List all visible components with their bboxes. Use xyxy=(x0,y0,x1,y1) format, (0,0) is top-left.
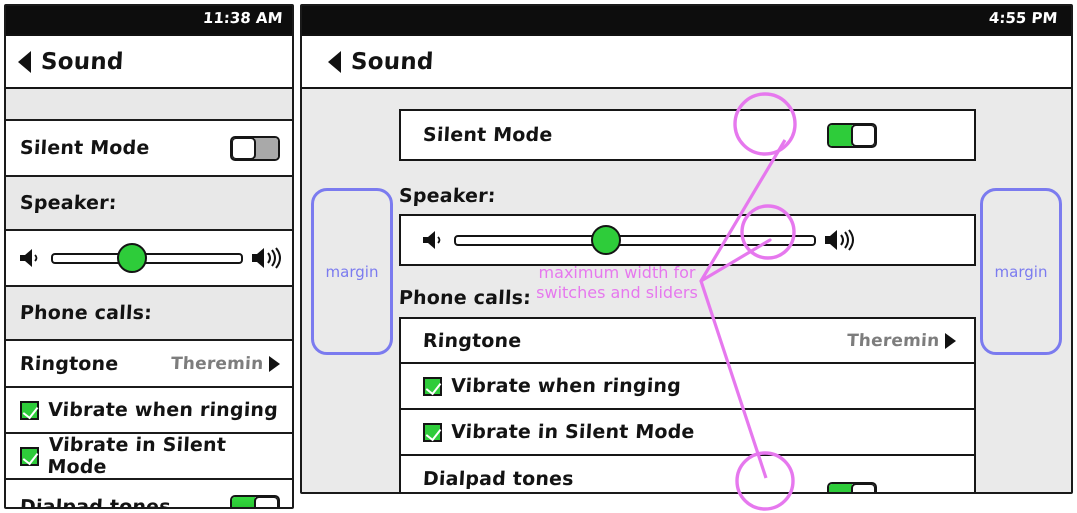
right-status-bar: 4:55 PM xyxy=(302,6,1071,36)
speaker-high-icon xyxy=(825,229,854,251)
right-dialpad-tones-toggle[interactable] xyxy=(827,482,877,492)
chevron-right-icon[interactable] xyxy=(945,332,956,349)
left-speaker-slider-track[interactable] xyxy=(51,243,243,273)
left-page-title: Sound xyxy=(40,48,125,75)
right-title-bar: Sound xyxy=(302,36,1071,89)
left-silent-mode-toggle[interactable] xyxy=(230,135,280,161)
right-silent-mode-toggle[interactable] xyxy=(827,122,877,148)
speaker-low-icon xyxy=(20,249,38,267)
left-phone-panel: 11:38 AM Sound Silent Mode Speaker: Phon… xyxy=(4,4,294,509)
right-speaker-slider-thumb[interactable] xyxy=(591,225,622,255)
right-speaker-slider-track[interactable] xyxy=(454,225,816,255)
left-group-phone-calls: Phone calls: xyxy=(6,287,292,341)
left-vibrate-silent-label: Vibrate in Silent Mode xyxy=(46,434,227,478)
left-dialpad-tones-label: Dialpad tones xyxy=(19,496,172,509)
right-vibrate-ringing-checkbox[interactable] xyxy=(423,376,442,396)
left-vibrate-ringing-checkbox[interactable] xyxy=(20,400,39,420)
left-row-vibrate-ringing[interactable]: Vibrate when ringing xyxy=(6,388,292,434)
right-dialpad-tones-label: Dialpad tones xyxy=(422,468,575,490)
right-status-clock: 4:55 PM xyxy=(987,9,1058,27)
left-speaker-group-label: Speaker: xyxy=(19,192,118,214)
chevron-right-icon[interactable] xyxy=(269,355,280,372)
left-ringtone-label: Ringtone xyxy=(19,352,119,375)
right-row-ringtone[interactable]: Ringtone Theremin xyxy=(399,317,976,364)
left-row-speaker-slider[interactable] xyxy=(6,231,292,287)
left-group-speaker: Speaker: xyxy=(6,177,292,231)
left-speaker-slider-thumb[interactable] xyxy=(116,243,147,273)
left-title-bar: Sound xyxy=(6,36,292,89)
back-triangle-icon[interactable] xyxy=(18,50,31,73)
left-status-clock: 11:38 AM xyxy=(202,9,284,27)
speaker-high-icon xyxy=(252,247,281,269)
right-settings-list: Silent Mode Speaker: Phone calls: Ringto… xyxy=(302,89,1071,492)
left-settings-list: Silent Mode Speaker: Phone calls: Ringto… xyxy=(6,89,292,509)
left-vibrate-silent-checkbox[interactable] xyxy=(20,446,39,466)
right-vibrate-ringing-label: Vibrate when ringing xyxy=(450,375,682,397)
right-ringtone-label: Ringtone xyxy=(422,329,522,352)
left-dialpad-tones-toggle[interactable] xyxy=(230,494,280,507)
right-row-speaker-slider[interactable] xyxy=(399,214,976,266)
left-row-vibrate-silent[interactable]: Vibrate in Silent Mode xyxy=(6,434,292,480)
right-row-silent-mode[interactable]: Silent Mode xyxy=(399,109,976,161)
left-group-spacer xyxy=(6,89,292,121)
right-silent-mode-label: Silent Mode xyxy=(422,124,554,146)
left-ringtone-value: Theremin xyxy=(170,353,264,374)
left-row-silent-mode[interactable]: Silent Mode xyxy=(6,121,292,177)
left-vibrate-ringing-label: Vibrate when ringing xyxy=(47,399,279,421)
right-row-dialpad-tones[interactable]: Dialpad tones xyxy=(399,456,976,492)
right-row-vibrate-silent[interactable]: Vibrate in Silent Mode xyxy=(399,410,976,456)
left-status-bar: 11:38 AM xyxy=(6,6,292,36)
right-phone-panel: 4:55 PM Sound Silent Mode Speaker: Phone… xyxy=(300,4,1073,494)
right-phone-calls-group-label: Phone calls: xyxy=(398,287,532,309)
left-row-dialpad-tones[interactable]: Dialpad tones xyxy=(6,480,292,509)
right-vibrate-silent-checkbox[interactable] xyxy=(423,422,442,442)
right-page-title: Sound xyxy=(350,48,435,75)
right-row-vibrate-ringing[interactable]: Vibrate when ringing xyxy=(399,364,976,410)
left-row-ringtone[interactable]: Ringtone Theremin xyxy=(6,341,292,388)
left-phone-calls-group-label: Phone calls: xyxy=(19,302,153,324)
right-speaker-group-label: Speaker: xyxy=(398,185,497,207)
back-triangle-icon[interactable] xyxy=(328,50,341,73)
speaker-low-icon xyxy=(423,231,441,249)
right-vibrate-silent-label: Vibrate in Silent Mode xyxy=(450,421,696,443)
left-silent-mode-label: Silent Mode xyxy=(19,137,151,159)
right-ringtone-value: Theremin xyxy=(846,330,940,351)
